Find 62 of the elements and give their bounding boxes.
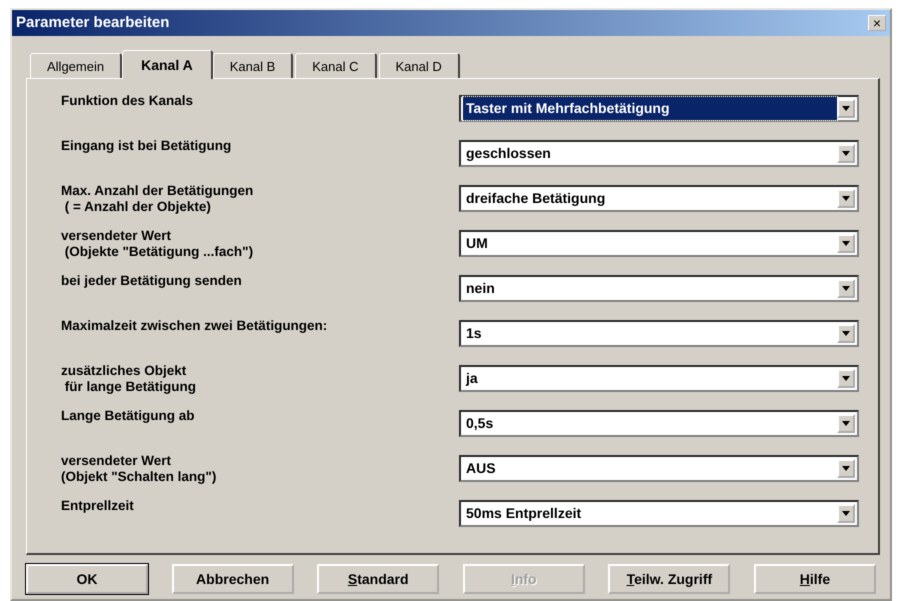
caret-icon: [842, 466, 850, 471]
caret-icon: [842, 151, 850, 156]
dialog-button[interactable]: Teilw. Zugriff: [608, 564, 730, 594]
dropdown-field[interactable]: Taster mit Mehrfachbetätigung: [459, 95, 859, 122]
dropdown-arrow-button[interactable]: [837, 504, 855, 523]
caret-icon: [842, 106, 850, 111]
dropdown-field[interactable]: UM: [459, 230, 859, 257]
parameter-label: versendeter Wert (Objekte "Betätigung ...fach"): [61, 228, 254, 260]
dialog-button[interactable]: Standard: [317, 564, 440, 594]
dropdown-value: AUS: [465, 459, 497, 478]
dropdown-value: geschlossen: [465, 144, 552, 163]
dropdown-value: ja: [464, 369, 479, 388]
dialog-button[interactable]: Abbrechen: [172, 564, 294, 594]
dropdown-arrow-button[interactable]: [837, 414, 855, 433]
caret-icon: [842, 286, 850, 291]
parameter-label: Max. Anzahl der Betätigungen ( = Anzahl der Objekte): [61, 183, 254, 215]
dropdown-field[interactable]: 50ms Entprellzeit: [459, 500, 859, 527]
parameter-label: bei jeder Betätigung senden: [61, 273, 243, 289]
dropdown-field[interactable]: AUS: [459, 455, 859, 482]
tab[interactable]: Kanal A: [122, 50, 213, 79]
dropdown-value: 1s: [465, 324, 483, 343]
caret-icon: [842, 421, 850, 426]
dropdown-field[interactable]: nein: [459, 275, 859, 302]
dropdown-field[interactable]: ja: [459, 365, 859, 392]
dropdown-arrow-button[interactable]: [837, 144, 855, 163]
parameter-label: Funktion des Kanals: [61, 93, 194, 109]
dropdown-arrow-button[interactable]: [837, 324, 855, 343]
caret-icon: [842, 511, 850, 516]
dropdown-arrow-button[interactable]: [837, 234, 855, 253]
parameter-label: Lange Betätigung ab: [61, 408, 196, 424]
parameter-label: versendeter Wert (Objekt "Schalten lang"): [61, 453, 218, 485]
caret-icon: [842, 331, 850, 336]
close-button[interactable]: ×: [868, 15, 886, 31]
tab[interactable]: Kanal C: [295, 53, 376, 78]
dropdown-value: Taster mit Mehrfachbetätigung: [463, 97, 837, 120]
dropdown-field[interactable]: 1s: [459, 320, 859, 347]
dropdown-value: nein: [465, 279, 496, 298]
dropdown-value: 0,5s: [465, 414, 494, 433]
caret-icon: [842, 376, 850, 381]
tab[interactable]: Allgemein: [30, 53, 122, 78]
dropdown-arrow-button[interactable]: [837, 189, 855, 208]
dropdown-field[interactable]: 0,5s: [459, 410, 859, 437]
tab[interactable]: Kanal D: [378, 53, 460, 78]
parameter-label: zusätzliches Objekt für lange Betätigung: [61, 363, 197, 395]
dropdown-field[interactable]: geschlossen: [459, 140, 859, 167]
caret-icon: [842, 241, 850, 246]
tab[interactable]: Kanal B: [212, 53, 294, 78]
dropdown-arrow-button[interactable]: [837, 369, 855, 388]
dropdown-value: 50ms Entprellzeit: [465, 504, 582, 523]
caret-icon: [842, 196, 850, 201]
parameter-label: Maximalzeit zwischen zwei Betätigungen:: [61, 318, 328, 334]
dialog-button[interactable]: OK: [26, 564, 148, 594]
dropdown-arrow-button[interactable]: [837, 459, 855, 478]
parameter-label: Entprellzeit: [61, 498, 135, 514]
dropdown-value: UM: [465, 234, 489, 253]
dropdown-field[interactable]: dreifache Betätigung: [459, 185, 859, 212]
dropdown-arrow-button[interactable]: [837, 279, 855, 298]
dropdown-arrow-button[interactable]: [837, 99, 855, 118]
dialog-button[interactable]: Hilfe: [754, 564, 876, 594]
window-title: Parameter bearbeiten: [16, 12, 170, 33]
dropdown-value: dreifache Betätigung: [465, 189, 606, 208]
parameter-label: Eingang ist bei Betätigung: [61, 138, 232, 154]
